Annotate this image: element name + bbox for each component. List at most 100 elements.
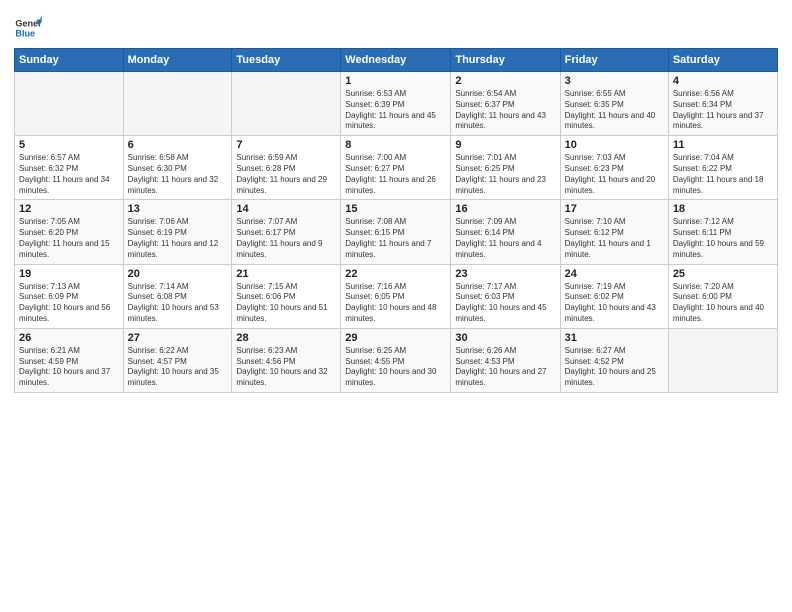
calendar-cell: 26 Sunrise: 6:21 AM Sunset: 4:59 PM Dayli… — [15, 328, 124, 392]
day-info: Sunrise: 7:20 AM Sunset: 6:00 PM Dayligh… — [673, 282, 773, 325]
day-number: 26 — [19, 332, 119, 344]
day-info: Sunrise: 7:19 AM Sunset: 6:02 PM Dayligh… — [565, 282, 664, 325]
day-number: 23 — [455, 268, 555, 280]
calendar-cell: 2 Sunrise: 6:54 AM Sunset: 6:37 PM Daylig… — [451, 72, 560, 136]
calendar-cell: 17 Sunrise: 7:10 AM Sunset: 6:12 PM Dayli… — [560, 200, 668, 264]
calendar-week-1: 1 Sunrise: 6:53 AM Sunset: 6:39 PM Daylig… — [15, 72, 778, 136]
calendar-cell: 30Sunrise: 6:26 AM Sunset: 4:53 PM Dayli… — [451, 328, 560, 392]
day-number: 4 — [673, 75, 773, 87]
day-info: Sunrise: 7:16 AM Sunset: 6:05 PM Dayligh… — [345, 282, 446, 325]
weekday-header-saturday: Saturday — [668, 49, 777, 72]
day-number: 8 — [345, 139, 446, 151]
header: General Blue — [14, 10, 778, 42]
weekday-header-wednesday: Wednesday — [341, 49, 451, 72]
calendar-cell: 11Sunrise: 7:04 AM Sunset: 6:22 PM Dayli… — [668, 136, 777, 200]
day-info: Sunrise: 6:59 AM Sunset: 6:28 PM Dayligh… — [236, 153, 336, 196]
calendar-cell: 13 Sunrise: 7:06 AM Sunset: 6:19 PM Dayli… — [123, 200, 232, 264]
day-info: Sunrise: 6:26 AM Sunset: 4:53 PM Dayligh… — [455, 346, 555, 389]
calendar-cell — [668, 328, 777, 392]
day-number: 6 — [128, 139, 228, 151]
day-info: Sunrise: 7:12 AM Sunset: 6:11 PM Dayligh… — [673, 217, 773, 260]
day-info: Sunrise: 6:56 AM Sunset: 6:34 PM Dayligh… — [673, 89, 773, 132]
day-info: Sunrise: 7:14 AM Sunset: 6:08 PM Dayligh… — [128, 282, 228, 325]
calendar-cell: 21 Sunrise: 7:15 AM Sunset: 6:06 PM Dayli… — [232, 264, 341, 328]
day-info: Sunrise: 7:00 AM Sunset: 6:27 PM Dayligh… — [345, 153, 446, 196]
calendar-cell: 9Sunrise: 7:01 AM Sunset: 6:25 PM Daylig… — [451, 136, 560, 200]
day-number: 16 — [455, 203, 555, 215]
calendar-cell: 19 Sunrise: 7:13 AM Sunset: 6:09 PM Dayli… — [15, 264, 124, 328]
weekday-header-friday: Friday — [560, 49, 668, 72]
day-info: Sunrise: 7:10 AM Sunset: 6:12 PM Dayligh… — [565, 217, 664, 260]
day-number: 24 — [565, 268, 664, 280]
day-info: Sunrise: 7:05 AM Sunset: 6:20 PM Dayligh… — [19, 217, 119, 260]
day-number: 2 — [455, 75, 555, 87]
day-info: Sunrise: 7:03 AM Sunset: 6:23 PM Dayligh… — [565, 153, 664, 196]
calendar-cell: 20 Sunrise: 7:14 AM Sunset: 6:08 PM Dayli… — [123, 264, 232, 328]
day-info: Sunrise: 6:54 AM Sunset: 6:37 PM Dayligh… — [455, 89, 555, 132]
page-container: General Blue SundayMondayTuesdayWednesda… — [0, 0, 792, 612]
day-info: Sunrise: 6:53 AM Sunset: 6:39 PM Dayligh… — [345, 89, 446, 132]
calendar-cell: 14 Sunrise: 7:07 AM Sunset: 6:17 PM Dayli… — [232, 200, 341, 264]
calendar-cell: 8 Sunrise: 7:00 AM Sunset: 6:27 PM Daylig… — [341, 136, 451, 200]
day-number: 31 — [565, 332, 664, 344]
svg-text:Blue: Blue — [15, 28, 35, 38]
day-number: 13 — [128, 203, 228, 215]
day-info: Sunrise: 6:27 AM Sunset: 4:52 PM Dayligh… — [565, 346, 664, 389]
day-number: 29 — [345, 332, 446, 344]
weekday-header-monday: Monday — [123, 49, 232, 72]
calendar-cell — [232, 72, 341, 136]
day-number: 10 — [565, 139, 664, 151]
day-number: 14 — [236, 203, 336, 215]
calendar-cell: 3 Sunrise: 6:55 AM Sunset: 6:35 PM Daylig… — [560, 72, 668, 136]
day-info: Sunrise: 6:58 AM Sunset: 6:30 PM Dayligh… — [128, 153, 228, 196]
day-number: 19 — [19, 268, 119, 280]
day-number: 21 — [236, 268, 336, 280]
day-number: 22 — [345, 268, 446, 280]
day-info: Sunrise: 7:17 AM Sunset: 6:03 PM Dayligh… — [455, 282, 555, 325]
calendar-cell: 25Sunrise: 7:20 AM Sunset: 6:00 PM Dayli… — [668, 264, 777, 328]
day-number: 15 — [345, 203, 446, 215]
calendar-week-5: 26 Sunrise: 6:21 AM Sunset: 4:59 PM Dayli… — [15, 328, 778, 392]
calendar-table: SundayMondayTuesdayWednesdayThursdayFrid… — [14, 48, 778, 393]
logo: General Blue — [14, 14, 46, 42]
day-info: Sunrise: 6:25 AM Sunset: 4:55 PM Dayligh… — [345, 346, 446, 389]
day-info: Sunrise: 6:22 AM Sunset: 4:57 PM Dayligh… — [128, 346, 228, 389]
calendar-cell: 27Sunrise: 6:22 AM Sunset: 4:57 PM Dayli… — [123, 328, 232, 392]
day-info: Sunrise: 7:08 AM Sunset: 6:15 PM Dayligh… — [345, 217, 446, 260]
day-info: Sunrise: 7:06 AM Sunset: 6:19 PM Dayligh… — [128, 217, 228, 260]
calendar-cell: 29 Sunrise: 6:25 AM Sunset: 4:55 PM Dayli… — [341, 328, 451, 392]
calendar-cell: 6 Sunrise: 6:58 AM Sunset: 6:30 PM Daylig… — [123, 136, 232, 200]
day-number: 9 — [455, 139, 555, 151]
calendar-cell: 18 Sunrise: 7:12 AM Sunset: 6:11 PM Dayli… — [668, 200, 777, 264]
weekday-header-row: SundayMondayTuesdayWednesdayThursdayFrid… — [15, 49, 778, 72]
calendar-cell: 28Sunrise: 6:23 AM Sunset: 4:56 PM Dayli… — [232, 328, 341, 392]
calendar-cell: 10 Sunrise: 7:03 AM Sunset: 6:23 PM Dayli… — [560, 136, 668, 200]
day-info: Sunrise: 7:13 AM Sunset: 6:09 PM Dayligh… — [19, 282, 119, 325]
day-info: Sunrise: 6:57 AM Sunset: 6:32 PM Dayligh… — [19, 153, 119, 196]
day-number: 3 — [565, 75, 664, 87]
calendar-cell — [15, 72, 124, 136]
calendar-week-2: 5 Sunrise: 6:57 AM Sunset: 6:32 PM Daylig… — [15, 136, 778, 200]
calendar-cell: 12Sunrise: 7:05 AM Sunset: 6:20 PM Dayli… — [15, 200, 124, 264]
calendar-week-3: 12Sunrise: 7:05 AM Sunset: 6:20 PM Dayli… — [15, 200, 778, 264]
day-info: Sunrise: 7:07 AM Sunset: 6:17 PM Dayligh… — [236, 217, 336, 260]
calendar-cell: 4 Sunrise: 6:56 AM Sunset: 6:34 PM Daylig… — [668, 72, 777, 136]
calendar-cell: 15 Sunrise: 7:08 AM Sunset: 6:15 PM Dayli… — [341, 200, 451, 264]
day-number: 7 — [236, 139, 336, 151]
day-number: 5 — [19, 139, 119, 151]
calendar-cell: 1 Sunrise: 6:53 AM Sunset: 6:39 PM Daylig… — [341, 72, 451, 136]
weekday-header-sunday: Sunday — [15, 49, 124, 72]
calendar-cell: 22 Sunrise: 7:16 AM Sunset: 6:05 PM Dayli… — [341, 264, 451, 328]
day-number: 20 — [128, 268, 228, 280]
day-number: 1 — [345, 75, 446, 87]
day-info: Sunrise: 6:21 AM Sunset: 4:59 PM Dayligh… — [19, 346, 119, 389]
day-info: Sunrise: 7:15 AM Sunset: 6:06 PM Dayligh… — [236, 282, 336, 325]
day-info: Sunrise: 6:55 AM Sunset: 6:35 PM Dayligh… — [565, 89, 664, 132]
day-number: 18 — [673, 203, 773, 215]
calendar-cell: 16Sunrise: 7:09 AM Sunset: 6:14 PM Dayli… — [451, 200, 560, 264]
day-info: Sunrise: 6:23 AM Sunset: 4:56 PM Dayligh… — [236, 346, 336, 389]
calendar-cell: 5 Sunrise: 6:57 AM Sunset: 6:32 PM Daylig… — [15, 136, 124, 200]
day-info: Sunrise: 7:04 AM Sunset: 6:22 PM Dayligh… — [673, 153, 773, 196]
calendar-week-4: 19 Sunrise: 7:13 AM Sunset: 6:09 PM Dayli… — [15, 264, 778, 328]
day-number: 17 — [565, 203, 664, 215]
